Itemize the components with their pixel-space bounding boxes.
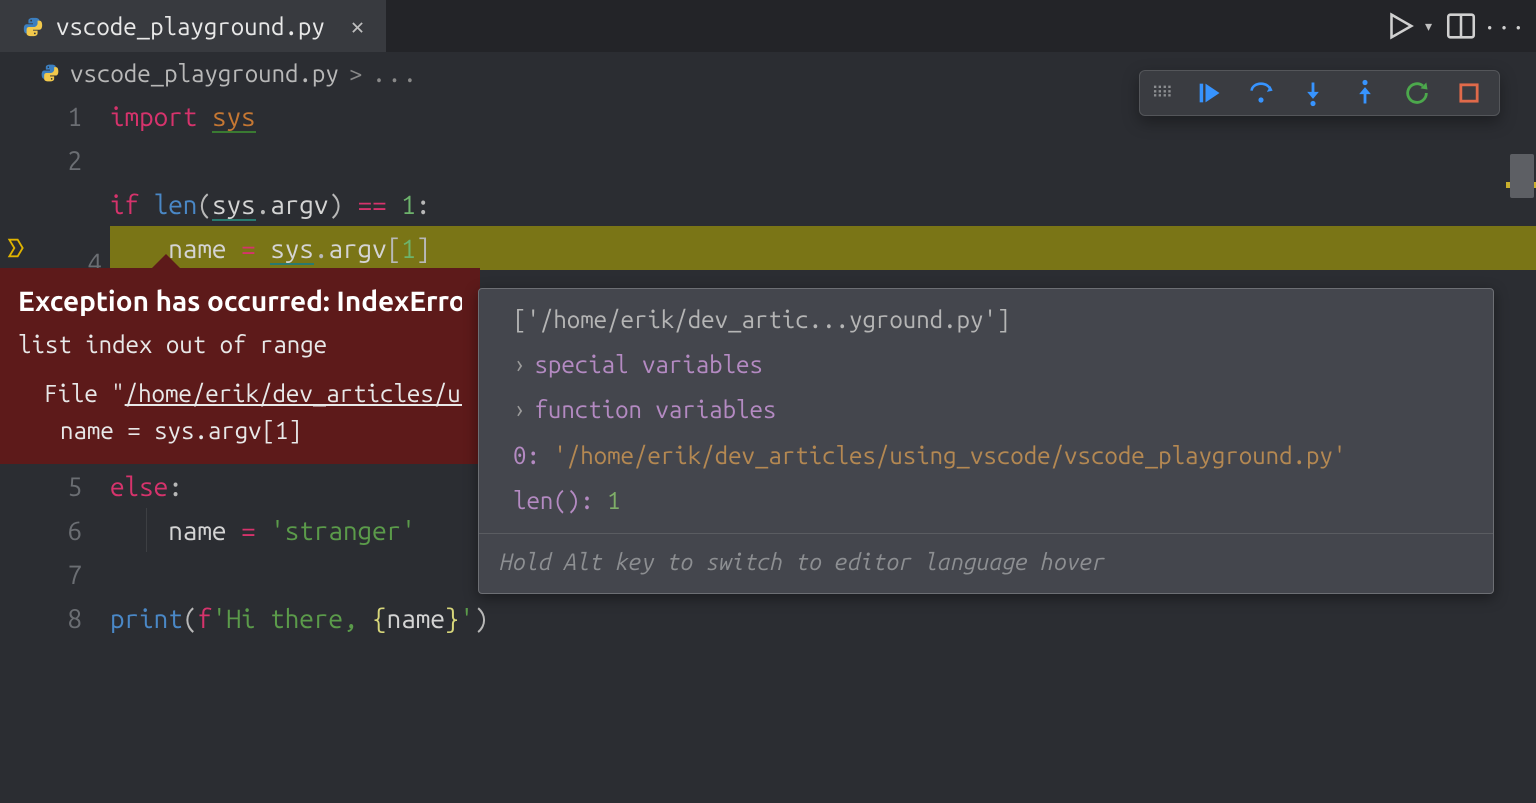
number-literal: 1	[401, 190, 416, 219]
python-file-icon	[22, 16, 44, 38]
exception-code-line: name = sys.argv[1]	[18, 417, 462, 444]
hover-string-value: '/home/erik/dev_articles/using_vscode/vs…	[553, 442, 1346, 469]
indent-guide	[146, 508, 147, 552]
ident-name: name	[168, 516, 226, 545]
ident-argv: argv	[270, 190, 328, 219]
continue-icon[interactable]	[1195, 79, 1223, 107]
ident-argv: argv	[328, 234, 386, 263]
stop-icon[interactable]	[1455, 79, 1483, 107]
hover-group-special-variables[interactable]: ›special variables	[479, 342, 1493, 387]
line-number: 7	[0, 560, 110, 589]
exception-title: Exception has occurred: IndexError	[18, 286, 462, 317]
builtin-print: print	[110, 604, 183, 633]
module-sys: sys	[212, 102, 256, 133]
number-literal: 1	[401, 234, 416, 263]
hover-len: len(): 1	[479, 478, 1493, 523]
step-over-icon[interactable]	[1247, 79, 1275, 107]
scrollbar-thumb[interactable]	[1510, 154, 1534, 198]
builtin-len: len	[154, 190, 198, 219]
line-number: 1	[0, 102, 110, 131]
ident-sys: sys	[212, 190, 256, 221]
breadcrumb-separator: >	[349, 60, 362, 87]
tab-filename: vscode_playground.py	[56, 13, 325, 40]
hover-group-function-variables[interactable]: ›function variables	[479, 387, 1493, 432]
ident-name: name	[387, 604, 445, 633]
python-file-icon	[40, 63, 60, 83]
hover-len-value: 1	[607, 487, 620, 514]
dot: .	[256, 190, 271, 219]
step-into-icon[interactable]	[1299, 79, 1327, 107]
operator-eq: ==	[358, 190, 387, 219]
drag-handle-icon[interactable]: ⠿⠿	[1152, 89, 1171, 97]
code-line-3[interactable]: 3 if len(sys.argv) == 1:	[0, 182, 1536, 226]
breadcrumb-filename: vscode_playground.py	[70, 60, 339, 87]
brace: {	[372, 604, 387, 633]
dot: .	[314, 234, 329, 263]
string-literal: '	[459, 604, 474, 633]
hover-index: 0:	[513, 442, 540, 469]
breadcrumb-rest: ...	[372, 60, 418, 87]
fstring-prefix: f	[197, 604, 212, 633]
run-dropdown-icon[interactable]: ▾	[1423, 16, 1434, 37]
code-line-2[interactable]: 2	[0, 138, 1536, 182]
line-number: 2	[0, 146, 110, 175]
code-line-8[interactable]: 8 print(f'Hi there, {name}')	[0, 596, 1536, 640]
exception-widget: Exception has occurred: IndexError list …	[0, 268, 480, 464]
hover-len-label: len():	[513, 487, 594, 514]
keyword-import: import	[110, 102, 197, 131]
editor-tab[interactable]: vscode_playground.py ✕	[0, 0, 386, 52]
tab-bar: vscode_playground.py ✕ ▾ ···	[0, 0, 1536, 52]
exception-file-link[interactable]: /home/erik/dev_articles/using_vscode/vsc…	[125, 380, 462, 407]
keyword-else: else	[110, 472, 168, 501]
debug-toolbar[interactable]: ⠿⠿	[1139, 70, 1500, 116]
restart-icon[interactable]	[1403, 79, 1431, 107]
overview-ruler[interactable]	[1518, 96, 1536, 656]
hover-item-0[interactable]: 0: '/home/erik/dev_articles/using_vscode…	[479, 433, 1493, 478]
string-literal: 'Hi there,	[212, 604, 372, 633]
code-line-4-current[interactable]: 4 name = sys.argv[1]	[0, 226, 1536, 270]
string-literal: 'stranger'	[270, 516, 416, 545]
keyword-if: if	[110, 190, 139, 219]
line-number: 8	[0, 604, 110, 633]
close-tab-icon[interactable]: ✕	[347, 14, 368, 40]
hover-hint: Hold Alt key to switch to editor languag…	[479, 533, 1493, 593]
line-number: 5	[0, 472, 110, 501]
split-editor-icon[interactable]	[1444, 9, 1478, 43]
hover-value-preview: ['/home/erik/dev_artic...yground.py']	[479, 297, 1493, 342]
more-actions-icon[interactable]: ···	[1488, 9, 1522, 43]
debug-hover-tooltip[interactable]: ['/home/erik/dev_artic...yground.py'] ›s…	[478, 288, 1494, 594]
editor-title-actions: ▾ ···	[1383, 0, 1522, 52]
ident-sys: sys	[270, 234, 314, 265]
line-number: 6	[0, 516, 110, 545]
exception-file: File "/home/erik/dev_articles/using_vsco…	[18, 380, 462, 407]
operator-assign: =	[241, 234, 256, 263]
chevron-right-icon: ›	[513, 396, 526, 423]
exception-pointer-icon	[150, 254, 182, 270]
step-out-icon[interactable]	[1351, 79, 1379, 107]
operator-assign: =	[241, 516, 256, 545]
exception-message: list index out of range	[18, 331, 462, 358]
chevron-right-icon: ›	[513, 351, 526, 378]
run-icon[interactable]	[1383, 9, 1417, 43]
brace: }	[445, 604, 460, 633]
